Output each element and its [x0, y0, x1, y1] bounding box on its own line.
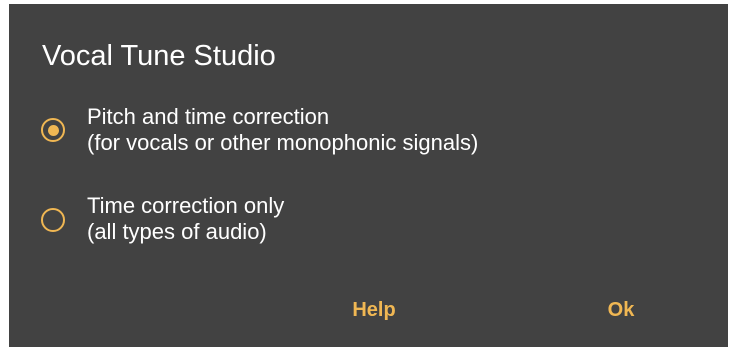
mode-dialog: Vocal Tune Studio Pitch and time correct…	[9, 4, 728, 347]
radio-button-unselected[interactable]	[41, 208, 65, 232]
option-description: (for vocals or other monophonic signals)	[87, 130, 479, 155]
option-time-only[interactable]: Time correction only (all types of audio…	[37, 190, 697, 250]
option-label: Time correction only (all types of audio…	[87, 193, 284, 245]
help-button[interactable]: Help	[344, 295, 404, 325]
ok-button[interactable]: Ok	[599, 295, 643, 325]
radio-selected-dot	[47, 124, 59, 136]
radio-button-selected[interactable]	[41, 118, 65, 142]
option-pitch-and-time[interactable]: Pitch and time correction (for vocals or…	[37, 101, 697, 161]
option-label: Pitch and time correction (for vocals or…	[87, 104, 478, 156]
option-title: Pitch and time correction	[87, 104, 330, 129]
option-title: Time correction only	[87, 193, 285, 218]
dialog-title: Vocal Tune Studio	[42, 40, 276, 72]
option-description: (all types of audio)	[87, 219, 267, 244]
